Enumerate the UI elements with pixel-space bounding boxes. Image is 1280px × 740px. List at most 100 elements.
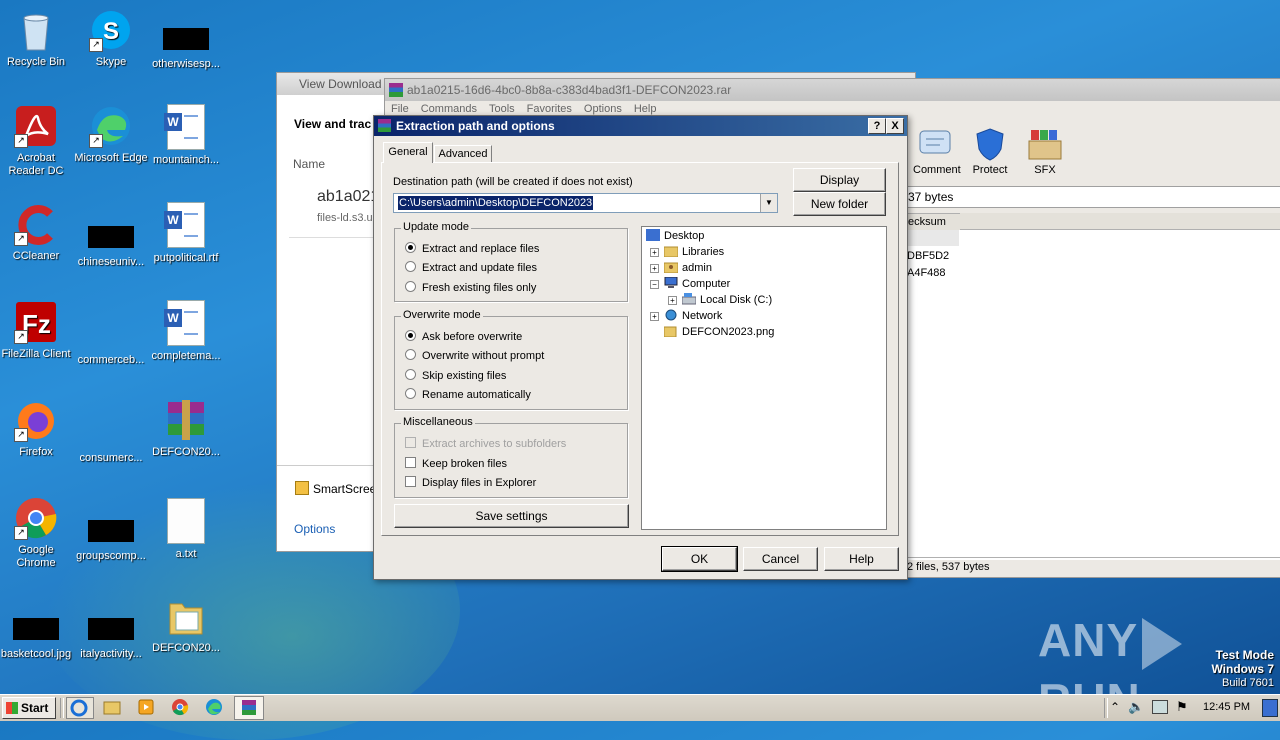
desktop-icon-mountainch[interactable]: W mountainch... [148, 104, 224, 167]
desktop-icon-chineseuniv[interactable]: chineseuniv... [73, 212, 149, 269]
desktop-icon-firefox[interactable]: ↗ Firefox [0, 398, 74, 459]
desktop-icon-basketcool[interactable]: basketcool.jpg [0, 604, 74, 661]
menu-help[interactable]: Help [634, 103, 657, 115]
desktop-icon-acrobat[interactable]: ↗ Acrobat Reader DC [0, 104, 74, 178]
download-file-name[interactable]: ab1a021 [317, 188, 379, 206]
downloads-heading: View and trac [294, 117, 372, 131]
desktop-icon-italyactivity[interactable]: italyactivity... [73, 604, 149, 661]
desktop-icon-commerceb[interactable]: commerceb... [73, 310, 149, 367]
image-thumbnail-icon [13, 618, 59, 640]
show-hidden-icons-button[interactable]: ⌃ [1110, 700, 1120, 714]
file-row-checksum[interactable]: DBF5D2 [907, 250, 949, 262]
toolbar-protect-button[interactable]: Protect [968, 127, 1012, 176]
shortcut-arrow-icon: ↗ [14, 330, 28, 344]
menu-options[interactable]: Options [584, 103, 622, 115]
shield-icon [295, 481, 309, 495]
menu-commands[interactable]: Commands [421, 103, 477, 115]
shortcut-arrow-icon: ↗ [89, 38, 103, 52]
options-link[interactable]: Options [294, 522, 335, 536]
ok-button[interactable]: OK [661, 546, 738, 572]
new-folder-button[interactable]: New folder [793, 192, 886, 216]
smartscreen-link[interactable]: SmartScree [295, 481, 376, 496]
media-player-icon [138, 699, 154, 715]
tab-general[interactable]: General [383, 142, 433, 163]
desktop-icon-consumerc[interactable]: consumerc... [73, 408, 149, 465]
radio-skip-existing[interactable]: Skip existing files [405, 369, 506, 383]
tree-item-admin[interactable]: + admin [650, 261, 712, 275]
tree-item-local-disk[interactable]: + Local Disk (C:) [668, 293, 772, 307]
tree-item-desktop[interactable]: Desktop [646, 229, 704, 243]
taskbar-ie-button[interactable] [66, 697, 94, 719]
destination-label: Destination path (will be created if doe… [393, 176, 633, 188]
radio-ask-before[interactable]: Ask before overwrite [405, 330, 522, 344]
start-button[interactable]: Start [2, 697, 56, 719]
desktop-icon-groupscomp[interactable]: groupscomp... [73, 506, 149, 563]
desktop-icon-putpolitical[interactable]: W putpolitical.rtf [148, 202, 224, 265]
radio-extract-update[interactable]: Extract and update files [405, 261, 537, 275]
expand-icon[interactable]: + [650, 312, 659, 321]
folder-icon [103, 701, 121, 715]
shield-icon [976, 128, 1004, 161]
taskbar-media-player-button[interactable] [134, 697, 160, 717]
desktop-icon-filezilla[interactable]: Fz ↗ FileZilla Client [0, 300, 74, 361]
help-title-button[interactable]: ? [868, 118, 886, 134]
tree-item-network[interactable]: + Network [650, 309, 722, 323]
chevron-down-icon[interactable]: ▼ [760, 194, 777, 212]
checkbox-extract-subfolders[interactable]: Extract archives to subfolders [405, 437, 566, 451]
desktop-icon-defcon-folder[interactable]: DEFCON20... [148, 594, 224, 655]
desktop-icon-chrome[interactable]: ↗ Google Chrome [0, 496, 74, 570]
expand-icon[interactable]: + [668, 296, 677, 305]
shortcut-arrow-icon: ↗ [14, 232, 28, 246]
shortcut-arrow-icon: ↗ [14, 134, 28, 148]
desktop-icon-skype[interactable]: S ↗ Skype [73, 8, 149, 69]
desktop-icon-completema[interactable]: W completema... [148, 300, 224, 363]
desktop-icon-ccleaner[interactable]: ↗ CCleaner [0, 202, 74, 263]
desktop-icon-defcon-rar[interactable]: DEFCON20... [148, 398, 224, 459]
desktop-icon-otherwisesp[interactable]: otherwisesp... [148, 18, 224, 71]
taskbar-explorer-button[interactable] [100, 697, 126, 717]
tree-item-computer[interactable]: − Computer [650, 276, 730, 291]
tab-advanced[interactable]: Advanced [434, 145, 492, 163]
radio-fresh-existing[interactable]: Fresh existing files only [405, 281, 536, 295]
destination-path-input[interactable]: C:\Users\admin\Desktop\DEFCON2023 ▼ [393, 193, 778, 213]
expand-icon[interactable]: + [650, 248, 659, 257]
dialog-titlebar[interactable]: Extraction path and options ? X [374, 116, 907, 136]
toolbar-comment-button[interactable]: Comment [913, 127, 961, 176]
tree-item-defcon-png[interactable]: DEFCON2023.png [663, 325, 774, 339]
file-row-checksum[interactable]: A4F488 [907, 267, 946, 279]
desktop-icon-edge[interactable]: ↗ Microsoft Edge [73, 104, 149, 165]
action-center-flag-icon[interactable]: ⚑ [1176, 699, 1188, 715]
radio-overwrite-no-prompt[interactable]: Overwrite without prompt [405, 349, 544, 363]
radio-rename-auto[interactable]: Rename automatically [405, 388, 531, 402]
recycle-bin-icon [14, 8, 58, 52]
taskbar-winrar-button[interactable] [234, 696, 264, 720]
network-icon[interactable] [1152, 700, 1168, 714]
expand-icon[interactable]: + [650, 264, 659, 273]
radio-extract-replace[interactable]: Extract and replace files [405, 242, 539, 256]
menu-file[interactable]: File [391, 103, 409, 115]
taskbar-chrome-button[interactable] [168, 697, 194, 717]
collapse-icon[interactable]: − [650, 280, 659, 289]
winrar-titlebar[interactable]: ab1a0215-16d6-4bc0-8b8a-c383d4bad3f1-DEF… [385, 79, 1280, 101]
tree-item-libraries[interactable]: + Libraries [650, 245, 724, 259]
close-title-button[interactable]: X [886, 118, 904, 134]
column-checksum[interactable]: ecksum [907, 213, 961, 231]
checkbox-display-explorer[interactable]: Display files in Explorer [405, 476, 536, 490]
checkbox-keep-broken[interactable]: Keep broken files [405, 457, 507, 471]
display-button[interactable]: Display [793, 168, 886, 192]
cancel-button[interactable]: Cancel [743, 547, 818, 571]
menu-tools[interactable]: Tools [489, 103, 515, 115]
save-settings-button[interactable]: Save settings [394, 504, 629, 528]
help-button[interactable]: Help [824, 547, 899, 571]
overwrite-mode-group: Overwrite mode Ask before overwrite Over… [394, 309, 628, 410]
menu-favorites[interactable]: Favorites [527, 103, 572, 115]
anyrun-watermark: ANYRUN [1038, 610, 1234, 726]
taskbar-edge-button[interactable] [202, 697, 228, 717]
winrar-path-bar[interactable]: 37 bytes [907, 186, 1280, 208]
clock[interactable]: 12:45 PM [1203, 701, 1250, 713]
toolbar-sfx-button[interactable]: SFX [1023, 127, 1067, 176]
desktop-icon-a-txt[interactable]: a.txt [148, 498, 224, 561]
show-desktop-button[interactable] [1262, 699, 1278, 717]
volume-icon[interactable]: 🔈 [1128, 699, 1144, 715]
desktop-icon-recycle-bin[interactable]: Recycle Bin [0, 8, 74, 69]
